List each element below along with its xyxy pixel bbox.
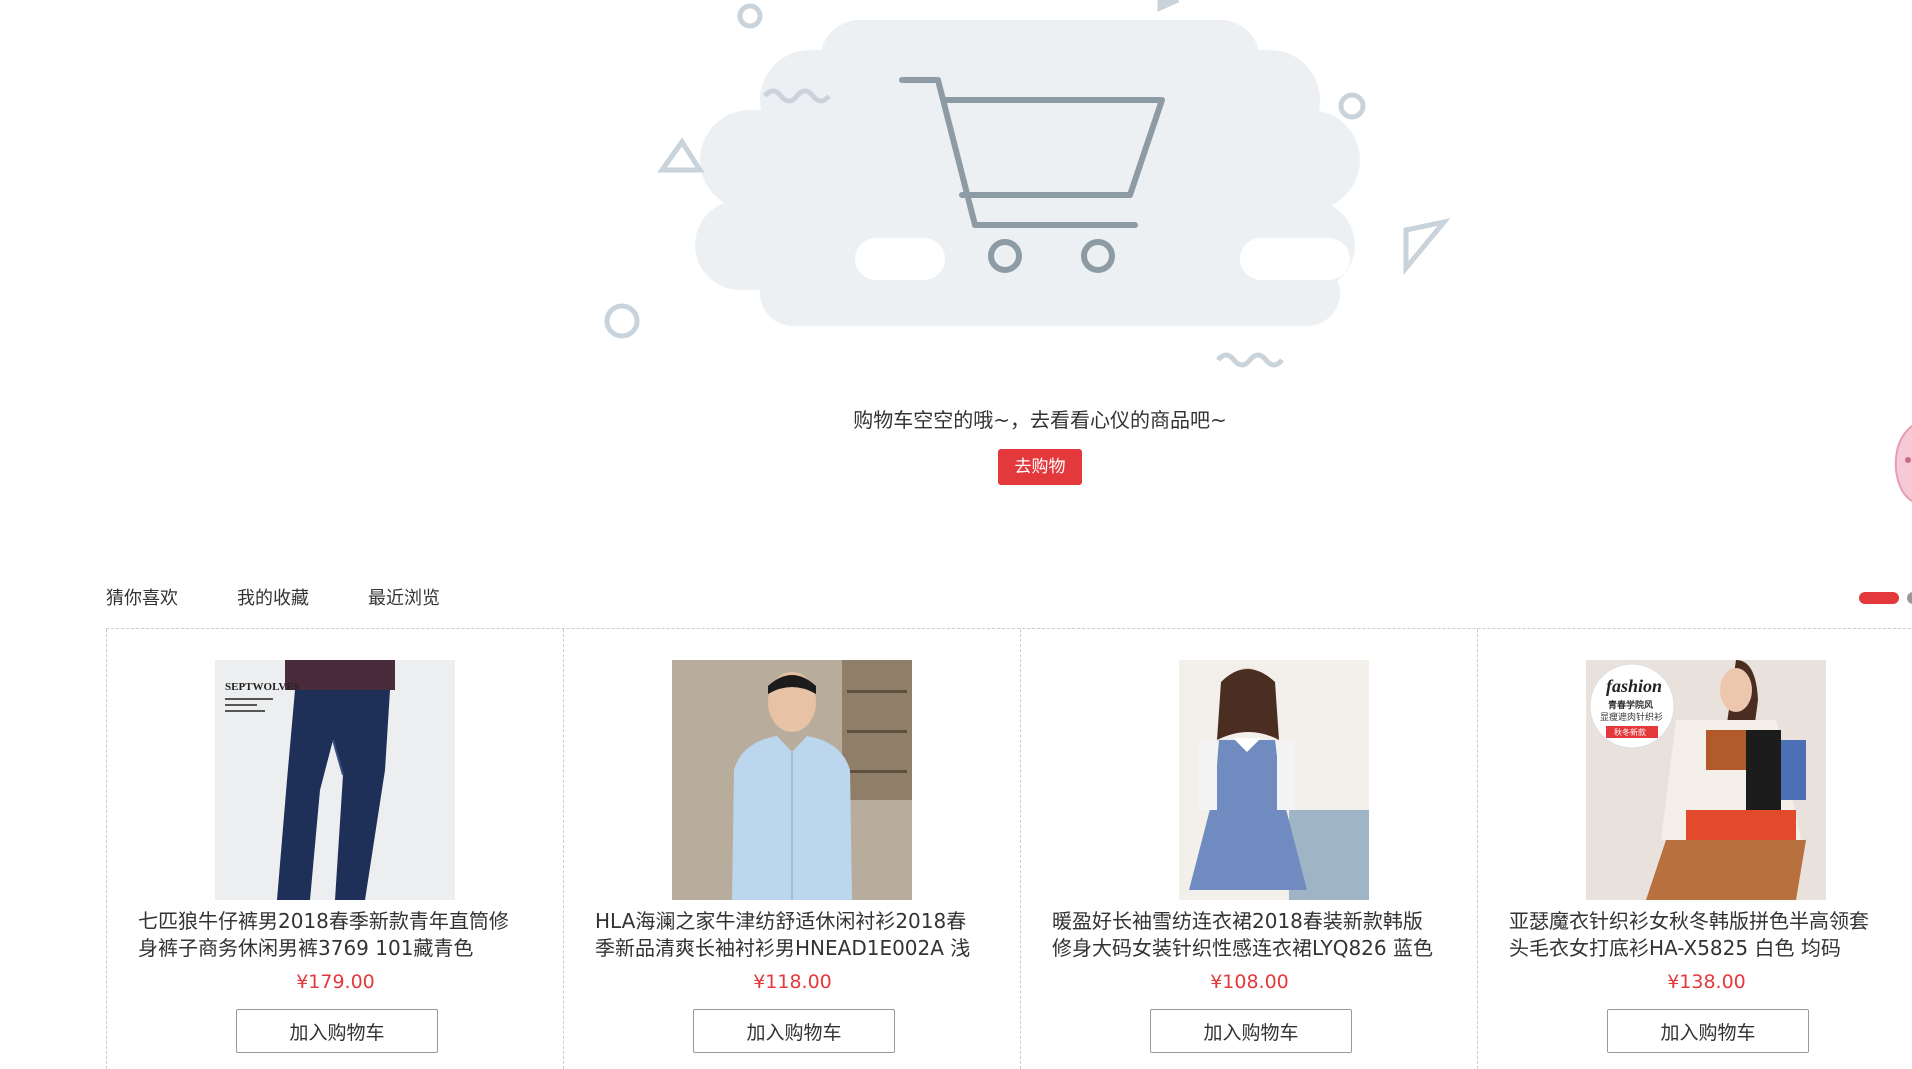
mascot-icon[interactable] bbox=[1890, 420, 1912, 510]
svg-text:秋冬新款: 秋冬新款 bbox=[1614, 727, 1646, 737]
product-image[interactable] bbox=[672, 660, 912, 900]
carousel-indicator-active[interactable] bbox=[1859, 592, 1899, 604]
svg-text:青春学院风: 青春学院风 bbox=[1608, 699, 1653, 711]
product-image[interactable]: fashion 青春学院风 显瘦遮肉针织衫 秋冬新款 bbox=[1586, 660, 1826, 900]
svg-text:SEPTWOLVES: SEPTWOLVES bbox=[225, 681, 300, 693]
add-to-cart-button[interactable]: 加入购物车 bbox=[1150, 1009, 1352, 1053]
add-to-cart-button[interactable]: 加入购物车 bbox=[693, 1009, 895, 1053]
tab-recently-viewed[interactable]: 最近浏览 bbox=[368, 584, 440, 614]
product-grid: SEPTWOLVES 七匹狼牛仔裤男2018春季新款青年直筒修 身裤子商务休闲男… bbox=[106, 628, 1912, 1069]
product-price: ¥138.00 bbox=[1667, 971, 1746, 993]
product-card: 暖盈好长袖雪纺连衣裙2018春装新款韩版 修身大码女装针织性感连衣裙LYQ826… bbox=[1020, 629, 1477, 1069]
svg-text:显瘦遮肉针织衫: 显瘦遮肉针织衫 bbox=[1600, 711, 1663, 723]
tab-guess-you-like[interactable]: 猜你喜欢 bbox=[106, 584, 178, 614]
add-to-cart-button[interactable]: 加入购物车 bbox=[1607, 1009, 1809, 1053]
tab-my-favorites[interactable]: 我的收藏 bbox=[237, 584, 309, 614]
product-title[interactable]: HLA海澜之家牛津纺舒适休闲衬衫2018春 季新品清爽长袖衬衫男HNEAD1E0… bbox=[595, 908, 995, 962]
recommend-tabs: 猜你喜欢 我的收藏 最近浏览 bbox=[106, 584, 499, 614]
cloud-shape bbox=[695, 20, 1360, 326]
product-title[interactable]: 七匹狼牛仔裤男2018春季新款青年直筒修 身裤子商务休闲男裤3769 101藏青… bbox=[138, 908, 538, 962]
add-to-cart-button[interactable]: 加入购物车 bbox=[236, 1009, 438, 1053]
product-price: ¥118.00 bbox=[753, 971, 832, 993]
carousel-indicator-dot[interactable] bbox=[1907, 592, 1912, 604]
product-title[interactable]: 暖盈好长袖雪纺连衣裙2018春装新款韩版 修身大码女装针织性感连衣裙LYQ826… bbox=[1052, 908, 1452, 962]
product-card: SEPTWOLVES 七匹狼牛仔裤男2018春季新款青年直筒修 身裤子商务休闲男… bbox=[106, 629, 563, 1069]
product-price: ¥179.00 bbox=[296, 971, 375, 993]
product-image[interactable] bbox=[1129, 660, 1369, 900]
product-title[interactable]: 亚瑟魔衣针织衫女秋冬韩版拼色半高领套 头毛衣女打底衫HA-X5825 白色 均码 bbox=[1509, 908, 1909, 962]
product-price: ¥108.00 bbox=[1210, 971, 1289, 993]
empty-cart-message: 购物车空空的哦~，去看看心仪的商品吧~ bbox=[853, 408, 1227, 432]
product-card: HLA海澜之家牛津纺舒适休闲衬衫2018春 季新品清爽长袖衬衫男HNEAD1E0… bbox=[563, 629, 1020, 1069]
go-shopping-button[interactable]: 去购物 bbox=[998, 449, 1082, 485]
cart-page: 购物车空空的哦~，去看看心仪的商品吧~ 去购物 猜你喜欢 我的收藏 最近浏览 S… bbox=[0, 0, 1912, 1069]
svg-text:fashion: fashion bbox=[1606, 676, 1662, 696]
product-image[interactable]: SEPTWOLVES bbox=[215, 660, 455, 900]
empty-cart-illustration bbox=[604, 0, 1451, 368]
product-card: fashion 青春学院风 显瘦遮肉针织衫 秋冬新款 亚瑟魔衣针织衫女秋冬韩版拼… bbox=[1477, 629, 1912, 1069]
